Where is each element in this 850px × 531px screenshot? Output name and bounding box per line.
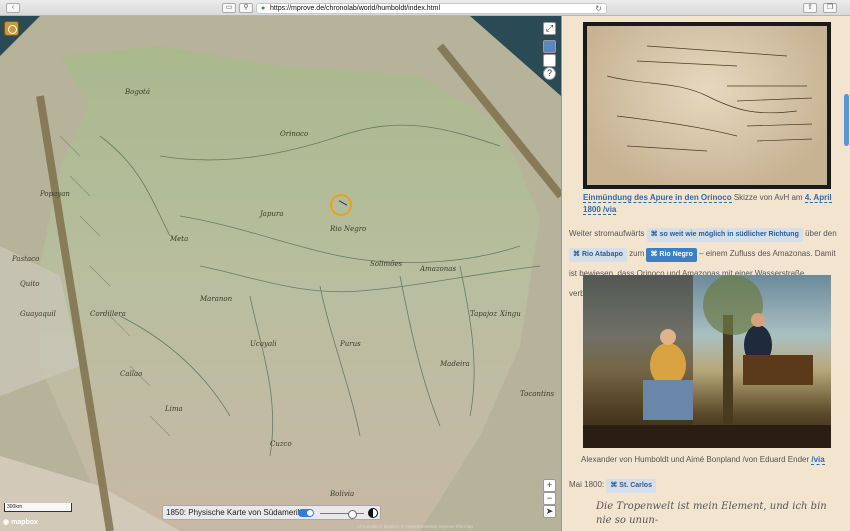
map-label: Ucayali <box>250 340 277 348</box>
map-label: Cuzco <box>270 440 292 448</box>
map-label: Bogotá <box>124 88 150 96</box>
humboldt-painting[interactable] <box>583 275 831 448</box>
map-label: Orinoco <box>280 130 308 138</box>
map-label: Maranon <box>199 295 233 303</box>
url-text: https://mprove.de/chronolab/world/humbol… <box>270 5 441 12</box>
sketch-image[interactable] <box>583 22 831 189</box>
map-label: Pastaco <box>11 255 39 263</box>
map-label: Tapajoz <box>470 310 497 318</box>
map-label: Meta <box>169 235 188 243</box>
share-icon[interactable]: ⇧ <box>803 3 817 13</box>
zoom-out-button[interactable]: − <box>543 492 556 505</box>
painting-via-link[interactable]: /via <box>811 455 825 465</box>
map-label: Quito <box>20 280 40 288</box>
scale-bar: 300km <box>4 503 72 512</box>
map-label: Lima <box>164 405 183 413</box>
paragraph-2: Mai 1800: ⌘ St. Carlos <box>569 475 844 495</box>
map-canvas[interactable]: Bogotá Meta Orinoco Rio Negro Amazonas M… <box>0 16 561 531</box>
layer-thumbnail-icon[interactable] <box>543 40 556 53</box>
chip-rio-negro[interactable]: ⌘ Rio Negro <box>646 248 697 262</box>
chip-st-carlos[interactable]: ⌘ St. Carlos <box>606 479 656 493</box>
opacity-slider[interactable] <box>320 510 364 519</box>
tabs-overview-icon[interactable]: ❐ <box>823 3 837 13</box>
historic-map: Bogotá Meta Orinoco Rio Negro Amazonas M… <box>0 16 561 531</box>
layer-toggle[interactable] <box>298 509 314 517</box>
reader-icon[interactable]: ▭ <box>222 3 236 13</box>
location-marker-icon[interactable] <box>330 194 352 216</box>
story-panel[interactable]: Einmündung des Apure in den Orinoco Skiz… <box>561 16 850 531</box>
map-label: Amazonas <box>419 265 456 273</box>
caption-link[interactable]: Einmündung des Apure in den Orinoco <box>583 193 732 203</box>
chip-south[interactable]: ⌘ so weit wie möglich in südlicher Richt… <box>646 228 803 242</box>
address-bar[interactable]: ● https://mprove.de/chronolab/world/humb… <box>256 3 607 14</box>
compass-icon[interactable]: ➤ <box>543 505 556 518</box>
map-label: Guayaquil <box>20 310 56 318</box>
fullscreen-icon[interactable]: ⤢ <box>543 22 556 35</box>
map-label: Bolivia <box>329 490 354 498</box>
layer-control: 1850: Physische Karte von Südamerika <box>162 505 381 520</box>
map-style-icon[interactable] <box>543 54 556 67</box>
map-label: Cordillera <box>90 310 126 318</box>
swipe-icon[interactable] <box>368 508 378 518</box>
chip-atabapo[interactable]: ⌘ Rio Atabapo <box>569 248 627 262</box>
sketch-caption: Einmündung des Apure in den Orinoco Skiz… <box>583 193 832 215</box>
map-label: Popayan <box>39 190 70 198</box>
map-label: Madeira <box>439 360 470 368</box>
map-label: Purus <box>339 340 361 348</box>
layer-label: 1850: Physische Karte von Südamerika <box>166 508 307 517</box>
scrollbar[interactable] <box>844 94 849 146</box>
map-label: Rio Negro <box>329 225 366 233</box>
painting-caption: Alexander von Humboldt und Aimé Bonpland… <box>581 455 825 465</box>
map-label: Solimões <box>370 260 402 268</box>
chronolab-logo-icon[interactable] <box>4 21 19 36</box>
map-label: Japura <box>258 210 284 218</box>
back-icon[interactable]: ‹ <box>6 3 20 13</box>
humboldt-quote: Die Tropenwelt ist mein Element, und ich… <box>596 501 827 526</box>
zoom-in-button[interactable]: + <box>543 479 556 492</box>
browser-toolbar: ‹ ▭ ⚲ ● https://mprove.de/chronolab/worl… <box>0 0 850 16</box>
via-link[interactable]: /via <box>603 205 617 215</box>
mapbox-logo[interactable]: mapbox <box>3 518 38 526</box>
map-label: Xingu <box>499 310 521 318</box>
map-label: Callao <box>120 370 142 378</box>
reload-icon[interactable]: ↻ <box>595 4 602 13</box>
map-attribution[interactable]: Chronolab © Mapbox © OpenStreetMap Impro… <box>357 524 473 529</box>
map-label: Tocantins <box>520 390 555 398</box>
lock-icon: ● <box>261 5 266 12</box>
tab-icon[interactable]: ⚲ <box>239 3 253 13</box>
help-icon[interactable]: ? <box>543 67 556 80</box>
